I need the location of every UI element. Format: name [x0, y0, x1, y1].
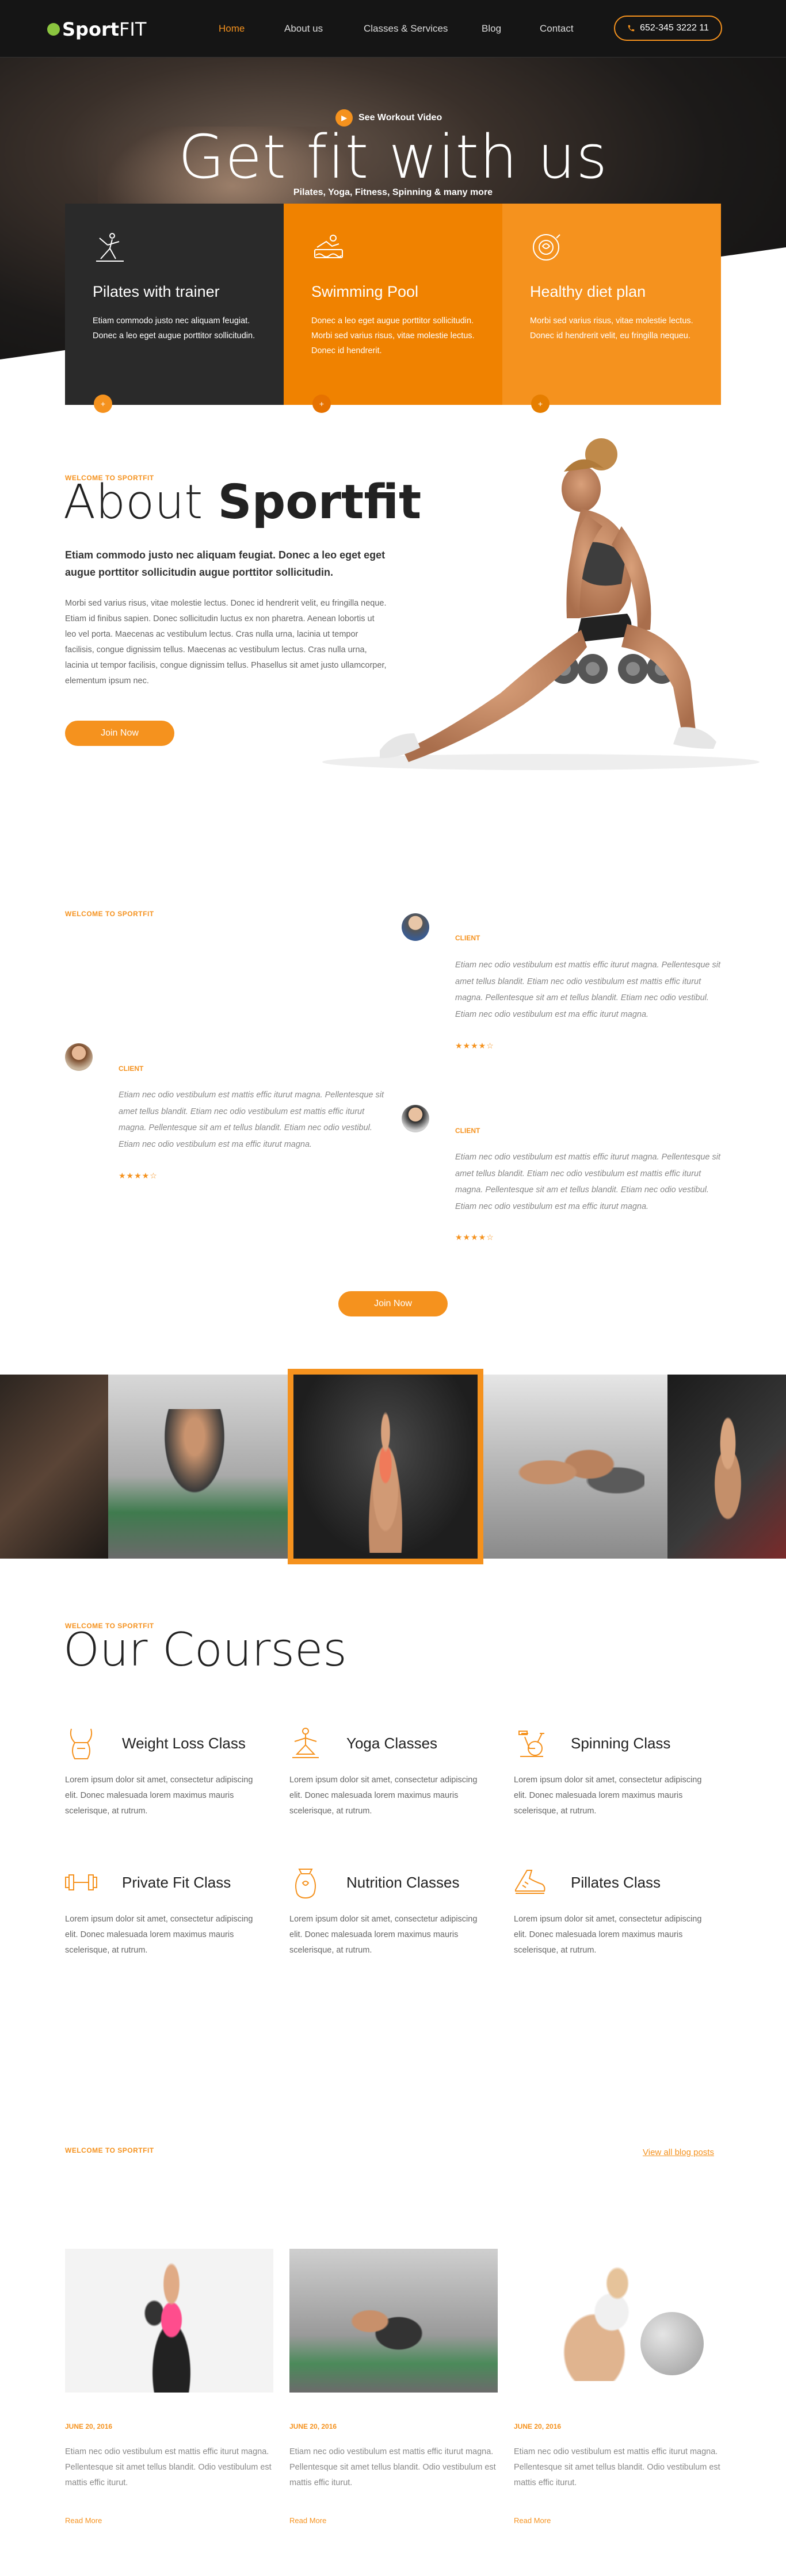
testimonial-text: Etiam nec odio vestibulum est mattis eff…	[455, 1153, 720, 1211]
feature-more-button[interactable]: +	[94, 395, 112, 413]
blog-section-label: WELCOME TO SPORTFIT	[65, 2146, 154, 2154]
course-title: Spinning Class	[571, 1735, 671, 1752]
testimonials-section-label: WELCOME TO SPORTFIT	[65, 910, 154, 918]
diet-plan-icon	[533, 234, 560, 261]
blog-read-more-link[interactable]: Read More	[289, 2516, 326, 2525]
about-athlete-image	[322, 438, 760, 770]
testimonials-join-button[interactable]: Join Now	[338, 1291, 448, 1316]
client-avatar	[65, 1043, 93, 1071]
nutrition-icon	[295, 1869, 316, 1899]
gallery-image[interactable]	[483, 1375, 667, 1559]
gallery-image[interactable]	[0, 1375, 108, 1559]
course-title: Nutrition Classes	[346, 1874, 460, 1891]
feature-card-swimming: Swimming Pool Donec a leo eget augue por…	[284, 204, 502, 413]
client-avatar	[402, 913, 429, 941]
gallery-image[interactable]	[667, 1375, 786, 1559]
about-join-button[interactable]: Join Now	[65, 721, 174, 746]
course-title: Yoga Classes	[346, 1735, 438, 1752]
feature-title: Swimming Pool	[311, 283, 419, 300]
blog-post-excerpt: Etiam nec odio vestibulum est mattis eff…	[65, 2447, 272, 2487]
nav-classes[interactable]: Classes & Services	[364, 23, 448, 35]
yoga-icon	[292, 1728, 319, 1758]
nav-about[interactable]: About us	[284, 23, 323, 35]
rating-stars: ★★★★☆	[119, 1171, 158, 1180]
gallery-image[interactable]	[108, 1375, 288, 1559]
blog-read-more-link[interactable]: Read More	[514, 2516, 551, 2525]
course-text: Lorem ipsum dolor sit amet, consectetur …	[65, 1775, 253, 1816]
rating-stars: ★★★★☆	[455, 1041, 494, 1050]
phone-button[interactable]: 652-345 3222 11	[614, 16, 722, 41]
nav-home[interactable]: Home	[219, 23, 245, 35]
testimonial-text: Etiam nec odio vestibulum est mattis eff…	[455, 960, 720, 1019]
logo-fit-text: FIT	[119, 18, 147, 40]
pilates-icon	[96, 233, 124, 262]
blog-post-image[interactable]	[65, 2249, 273, 2393]
pilates-shoe-icon	[515, 1870, 545, 1894]
feature-card-diet: Healthy diet plan Morbi sed varius risus…	[502, 204, 721, 413]
course-text: Lorem ipsum dolor sit amet, consectetur …	[65, 1915, 253, 1955]
spinning-bike-icon	[518, 1731, 544, 1757]
course-text: Lorem ipsum dolor sit amet, consectetur …	[514, 1915, 702, 1955]
feature-title: Healthy diet plan	[530, 283, 646, 300]
view-all-blog-posts-link[interactable]: View all blog posts	[643, 2148, 714, 2157]
feature-more-button[interactable]: +	[531, 395, 550, 413]
blog-post-date: JUNE 20, 2016	[514, 2422, 562, 2430]
client-label: CLIENT	[119, 1065, 144, 1073]
site-header: Sport FIT Home About us Classes & Service…	[0, 0, 786, 58]
logo-sport-text: Sport	[62, 18, 120, 40]
client-avatar	[402, 1105, 429, 1132]
blog-post-date: JUNE 20, 2016	[289, 2422, 337, 2430]
nav-contact[interactable]: Contact	[540, 23, 574, 35]
course-title: Weight Loss Class	[122, 1735, 246, 1752]
feature-title: Pilates with trainer	[93, 283, 220, 300]
feature-text: Etiam commodo justo nec aliquam feugiat.…	[93, 316, 255, 340]
client-label: CLIENT	[455, 1127, 480, 1135]
site-logo[interactable]: Sport FIT	[47, 18, 146, 40]
dumbbell-icon	[65, 1874, 97, 1890]
swimming-pool-icon	[314, 235, 343, 258]
phone-number: 652-345 3222 11	[640, 23, 709, 33]
testimonial-text: Etiam nec odio vestibulum est mattis eff…	[119, 1090, 384, 1149]
blog-post-excerpt: Etiam nec odio vestibulum est mattis eff…	[514, 2447, 720, 2487]
course-title: Pillates Class	[571, 1874, 661, 1891]
logo-dot-icon	[47, 23, 60, 36]
hero-subtitle: Pilates, Yoga, Fitness, Spinning & many …	[293, 187, 493, 197]
nav-blog[interactable]: Blog	[482, 23, 501, 35]
blog-post-date: JUNE 20, 2016	[65, 2422, 113, 2430]
about-title-light: About	[63, 475, 203, 530]
blog-post-excerpt: Etiam nec odio vestibulum est mattis eff…	[289, 2447, 496, 2487]
weight-loss-icon	[70, 1728, 93, 1759]
course-text: Lorem ipsum dolor sit amet, consectetur …	[289, 1915, 478, 1955]
blog-read-more-link[interactable]: Read More	[65, 2516, 102, 2525]
courses-title: Our Courses	[63, 1623, 347, 1676]
phone-icon	[628, 25, 635, 32]
blog-post-image[interactable]	[514, 2249, 722, 2393]
feature-text: Morbi sed varius risus, vitae molestie l…	[530, 316, 693, 340]
course-text: Lorem ipsum dolor sit amet, consectetur …	[514, 1775, 702, 1816]
blog-post-image[interactable]	[289, 2249, 498, 2393]
gallery-image-featured[interactable]	[288, 1369, 483, 1564]
feature-more-button[interactable]: +	[312, 395, 331, 413]
hero-title: Get fit with us	[178, 122, 608, 192]
feature-text: Donec a leo eget augue porttitor sollici…	[311, 316, 475, 355]
rating-stars: ★★★★☆	[455, 1233, 494, 1242]
client-label: CLIENT	[455, 934, 480, 942]
course-text: Lorem ipsum dolor sit amet, consectetur …	[289, 1775, 478, 1816]
feature-card-pilates: Pilates with trainer Etiam commodo justo…	[65, 204, 284, 413]
course-title: Private Fit Class	[122, 1874, 231, 1891]
